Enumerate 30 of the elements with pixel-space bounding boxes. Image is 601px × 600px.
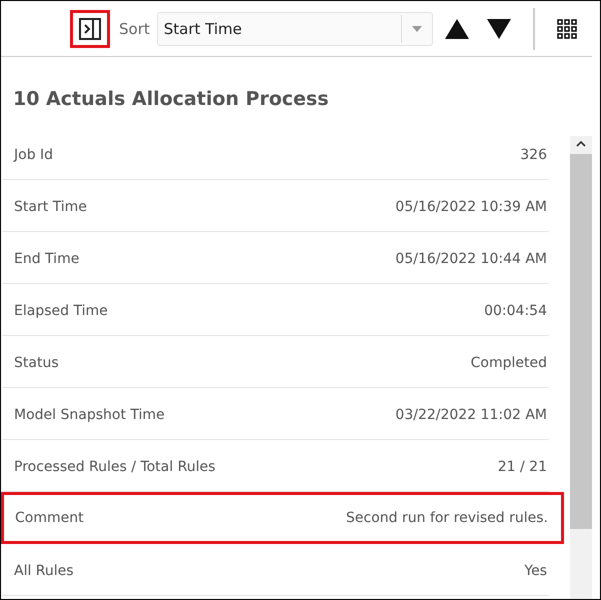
field-label: Status <box>14 354 59 370</box>
field-label: Elapsed Time <box>14 302 108 318</box>
scrollbar[interactable] <box>570 136 592 599</box>
field-label: Start Time <box>14 198 87 214</box>
field-label: Job Id <box>14 146 54 162</box>
process-title: 10 Actuals Allocation Process <box>12 87 330 112</box>
sort-label: Sort <box>119 20 150 38</box>
field-label: End Time <box>14 250 80 266</box>
sort-descending-icon[interactable] <box>486 18 511 38</box>
field-label: Processed Rules / Total Rules <box>14 458 216 474</box>
sort-ascending-icon[interactable] <box>444 18 469 38</box>
field-value: Yes <box>524 562 547 578</box>
field-value: Second run for revised rules. <box>346 510 548 526</box>
field-value: 05/16/2022 10:39 AM <box>395 198 547 214</box>
field-value: 03/22/2022 11:02 AM <box>395 406 547 422</box>
field-label: Comment <box>15 510 84 526</box>
caret-icon <box>412 26 422 32</box>
scrollbar-thumb[interactable] <box>570 154 592 529</box>
field-value: Completed <box>470 354 547 370</box>
scroll-up-icon[interactable] <box>576 140 586 147</box>
collapse-panel-icon <box>79 18 101 40</box>
field-value: 05/16/2022 10:44 AM <box>395 250 547 266</box>
sort-dropdown[interactable]: Start Time <box>156 12 433 46</box>
field-value: 21 / 21 <box>498 458 547 474</box>
field-label: Model Snapshot Time <box>14 406 165 422</box>
field-value: 326 <box>520 146 547 162</box>
collapse-panel-button[interactable] <box>70 10 110 48</box>
grid-view-icon[interactable] <box>556 18 577 38</box>
field-label: All Rules <box>14 562 74 578</box>
field-value: 00:04:54 <box>484 302 547 318</box>
